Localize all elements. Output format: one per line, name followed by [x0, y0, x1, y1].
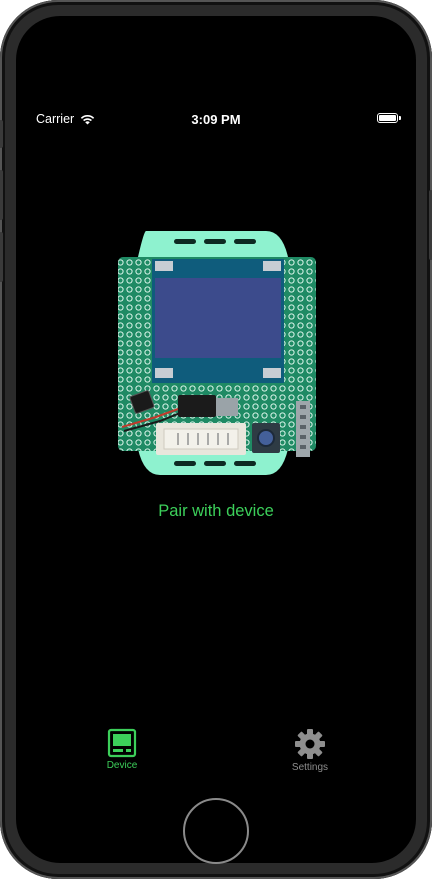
status-bar: Carrier 3:09 PM: [16, 112, 416, 128]
tab-settings-label: Settings: [291, 762, 329, 773]
device-board-illustration: [118, 231, 316, 475]
status-time: 3:09 PM: [191, 112, 241, 127]
gear-icon: [295, 729, 325, 759]
silent-switch: [0, 120, 3, 148]
device-icon: [107, 728, 137, 758]
volume-down-button: [0, 232, 3, 282]
home-button[interactable]: [183, 798, 249, 864]
battery-icon: [377, 113, 401, 123]
phone-frame: Carrier 3:09 PM Pair with device Device …: [0, 0, 432, 879]
tab-device[interactable]: Device: [82, 728, 162, 771]
volume-up-button: [0, 170, 3, 220]
tab-settings[interactable]: Settings: [270, 728, 350, 773]
tab-device-label: Device: [106, 760, 138, 771]
pair-with-device-button[interactable]: Pair with device: [16, 502, 416, 521]
app-screen: Carrier 3:09 PM Pair with device Device …: [16, 16, 416, 863]
